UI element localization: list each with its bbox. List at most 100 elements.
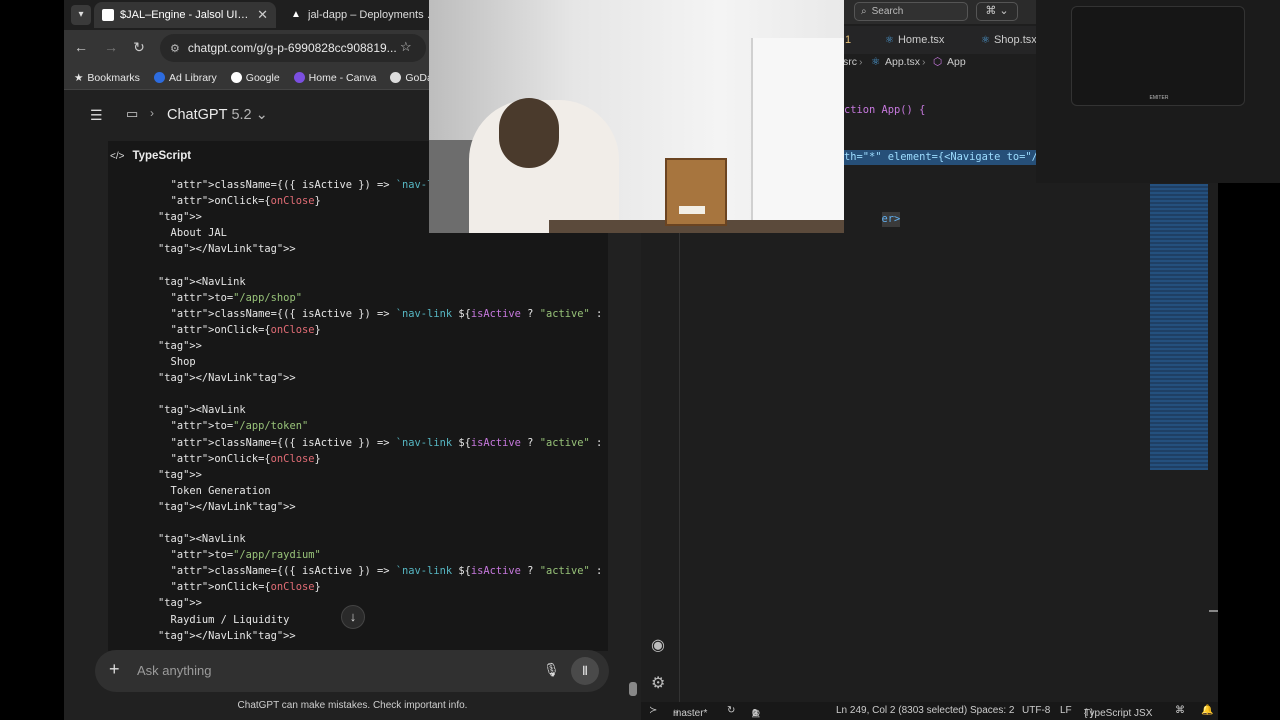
code-line: "attr">to="/app/raydium" (170, 549, 321, 562)
copilot-icon[interactable]: ⌘ (1175, 705, 1185, 716)
copilot-button[interactable]: ⌘ ⌄ (976, 2, 1018, 21)
code-line: "tag"><NavLink (158, 404, 246, 417)
google-icon (230, 72, 242, 83)
code-line: "attr">to="/app/shop" (170, 291, 302, 304)
code-language: TypeScript (132, 150, 192, 162)
add-attachment-icon[interactable]: + (109, 659, 120, 680)
code-line: "tag"></NavLink"tag">> (158, 629, 296, 642)
chatgpt-favicon-icon (102, 9, 114, 21)
status-bar: ≻ ⑂ master* ↻ ⊗ 0 △ 1 Ln 249, Col 2 (830… (641, 702, 1218, 720)
webcam-person-hair (499, 98, 559, 168)
code-line: "tag">> (158, 468, 202, 481)
meta-icon (153, 72, 165, 83)
scroll-to-bottom-button[interactable]: ↓ (341, 605, 365, 629)
code-line: "attr">onClick={onClose} (170, 452, 321, 465)
chevron-right-icon: › (150, 106, 154, 120)
code-line: th="*" element={<Navigate to="/" (844, 149, 1045, 165)
disclaimer-text: ChatGPT can make mistakes. Check importa… (237, 700, 468, 711)
bookmark-star-icon[interactable]: ☆ (400, 39, 412, 55)
project-folder-icon[interactable]: ▭ (126, 106, 138, 122)
window-preview: EMITER (1036, 0, 1280, 183)
component-icon: ⬡ (933, 56, 943, 68)
code-line: "tag"><NavLink (158, 275, 246, 288)
code-line: "tag"></NavLink"tag">> (158, 372, 296, 385)
webcam-wooden-box (665, 158, 727, 226)
chevron-right-icon: › (859, 56, 863, 68)
tab-label: $JAL–Engine - Jalsol UI Impro (120, 9, 251, 21)
forward-icon[interactable]: → (102, 39, 120, 55)
react-icon: ⚛ (885, 34, 894, 46)
canva-icon (293, 72, 305, 83)
code-line: "attr">to="/app/token" (170, 420, 309, 433)
code-line: "tag"><NavLink (158, 533, 246, 546)
tab-home-tsx[interactable]: ⚛ Home.tsx (877, 26, 944, 54)
code-line: "attr">className={({ isActive }) => `nav… (170, 307, 608, 320)
code-icon: </> (110, 150, 125, 162)
tab-label: jal-dapp – Deployments – Ve (308, 9, 439, 21)
search-icon: ⌕ (861, 6, 867, 17)
star-icon: ★ (74, 71, 84, 84)
close-tab-icon[interactable]: ✕ (257, 7, 268, 23)
encoding[interactable]: UTF-8 (1022, 705, 1050, 716)
preview-card[interactable]: EMITER (1071, 6, 1245, 106)
code-line: Token Generation (108, 484, 271, 497)
editor-code[interactable]: ction App() { th="*" element={<Navigate … (844, 72, 1045, 243)
site-info-icon[interactable]: ⚙ (170, 42, 180, 55)
gear-icon[interactable]: ⚙ (651, 673, 665, 693)
address-bar[interactable]: ⚙ chatgpt.com/g/g-p-6990828cc908819... (160, 34, 426, 62)
code-line: Shop (108, 356, 196, 369)
remote-icon[interactable]: ≻ (649, 705, 657, 716)
scrollbar-thumb[interactable] (1209, 610, 1218, 612)
url-text: chatgpt.com/g/g-p-6990828cc908819... (187, 41, 397, 55)
reload-icon[interactable]: ↻ (130, 39, 148, 56)
line-ending[interactable]: LF (1060, 705, 1072, 716)
code-line: "attr">onClick={onClose} (170, 581, 321, 594)
editor-gutter (679, 232, 680, 702)
webcam-background-door (751, 38, 844, 233)
minimap[interactable] (1150, 184, 1208, 470)
webcam-overlay (429, 0, 844, 233)
back-icon[interactable]: ← (72, 39, 90, 55)
message-composer: + Ask anything 🎙 ⦀ (95, 650, 609, 692)
indentation[interactable]: Spaces: 2 (970, 705, 1014, 716)
command-search[interactable]: ⌕ Search (854, 2, 968, 21)
code-line: "tag">> (158, 339, 202, 352)
breadcrumb-app-tsx[interactable]: App.tsx (885, 56, 920, 68)
breadcrumb-src[interactable]: src (843, 56, 857, 68)
microphone-icon[interactable]: 🎙 (543, 662, 560, 678)
tab-jal-engine[interactable]: $JAL–Engine - Jalsol UI Impro ✕ (94, 2, 276, 28)
account-icon[interactable]: ◉ (651, 635, 665, 655)
tab-shop-tsx[interactable]: ⚛ Shop.tsx (973, 26, 1037, 54)
breadcrumb-app[interactable]: App (947, 56, 966, 68)
screen: ▾ $JAL–Engine - Jalsol UI Impro ✕ ▲ jal-… (0, 0, 1280, 720)
code-line: "tag"></NavLink"tag">> (158, 243, 296, 256)
prompt-input[interactable]: Ask anything (137, 663, 211, 678)
code-line: er> (881, 211, 901, 227)
tab-search-button[interactable]: ▾ (71, 5, 91, 25)
model-selector[interactable]: ChatGPT 5.2 ⌄ (167, 107, 268, 123)
vercel-favicon-icon: ▲ (291, 9, 301, 20)
chevron-right-icon: › (922, 56, 926, 68)
code-content: "attr">className={({ isActive }) => `nav… (108, 177, 608, 644)
bookmark-google[interactable]: Google (230, 72, 280, 84)
react-icon: ⚛ (981, 34, 990, 46)
webcam-box-label (679, 206, 705, 214)
cursor-position[interactable]: Ln 249, Col 2 (8303 selected) (836, 705, 967, 716)
react-icon: ⚛ (871, 56, 881, 68)
preview-label: EMITER (1149, 95, 1169, 101)
sidebar-toggle-icon[interactable]: ☰ (90, 107, 103, 124)
voice-mode-button[interactable]: ⦀ (571, 657, 599, 685)
bookmark-canva[interactable]: Home - Canva (293, 72, 376, 84)
sync-icon[interactable]: ↻ (727, 705, 735, 716)
bell-icon[interactable]: 🔔 (1201, 705, 1213, 716)
code-line: ction App() { (844, 104, 926, 116)
code-line: "attr">onClick={onClose} (170, 323, 321, 336)
bookmark-ad-library[interactable]: Ad Library (153, 72, 217, 84)
page-scrollbar[interactable] (629, 682, 637, 696)
tab-jal-dapp[interactable]: ▲ jal-dapp – Deployments – Ve (282, 2, 447, 28)
bookmark-bookmarks[interactable]: ★ Bookmarks (74, 72, 140, 84)
chevron-down-icon: ⌄ (255, 107, 268, 123)
